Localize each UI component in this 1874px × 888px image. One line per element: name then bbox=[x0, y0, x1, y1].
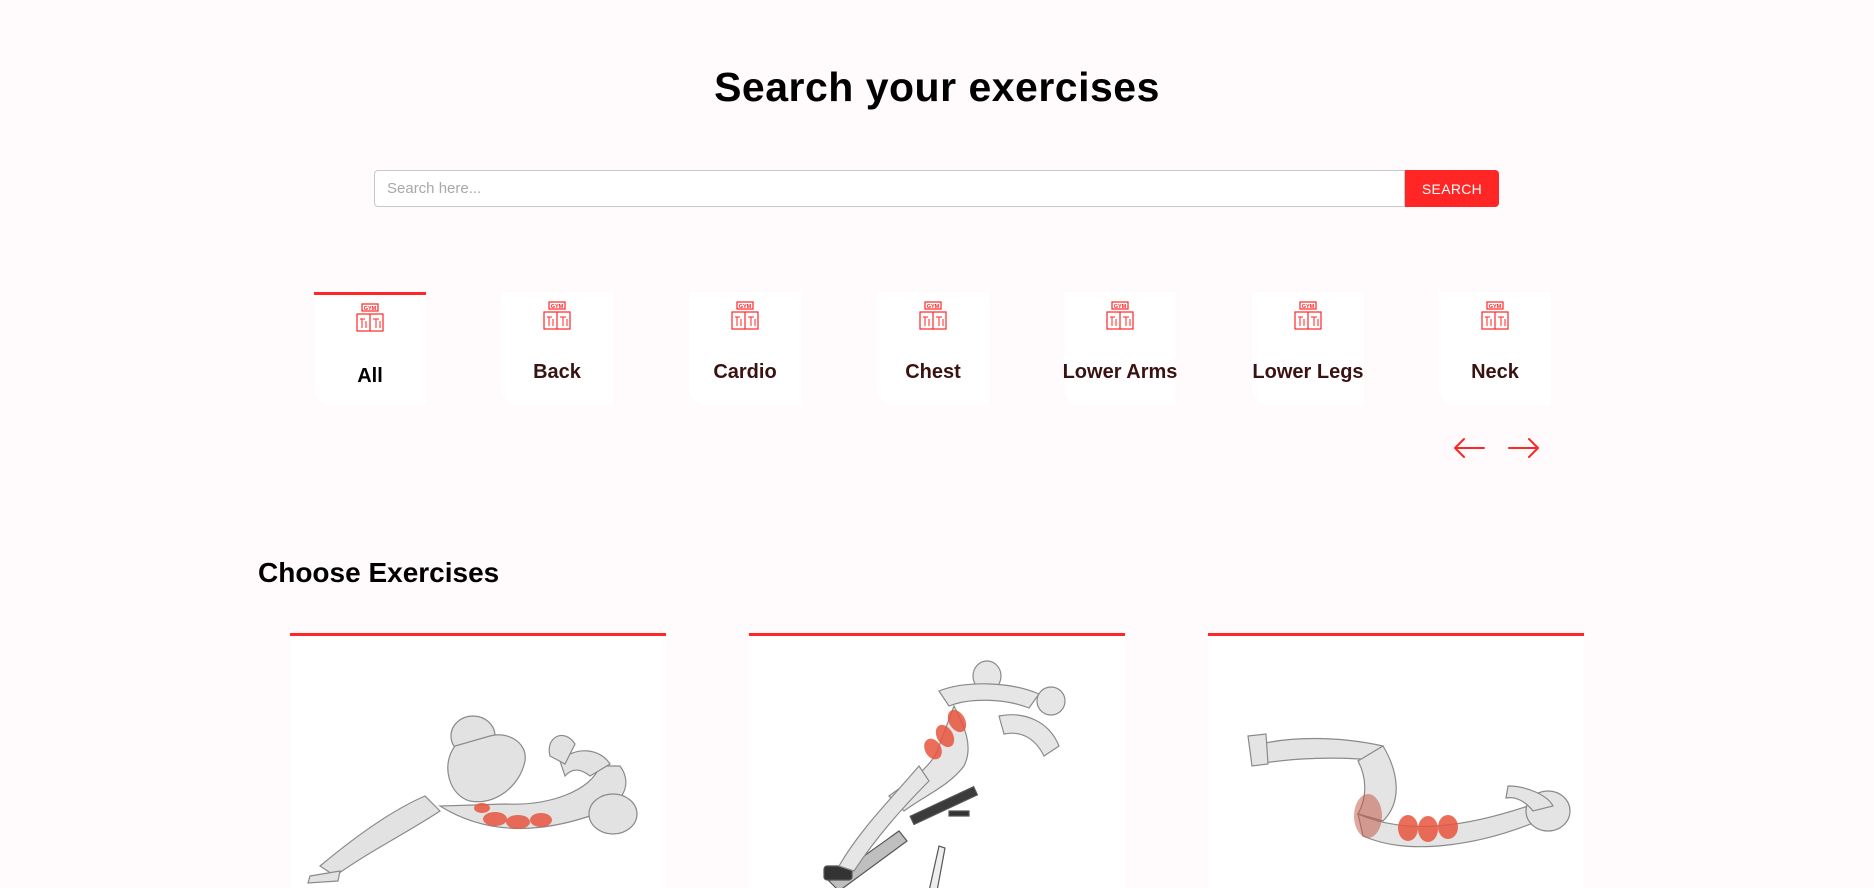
exercise-card[interactable] bbox=[290, 633, 666, 888]
arrow-right-icon[interactable] bbox=[1507, 436, 1541, 460]
search-button[interactable]: SEARCH bbox=[1405, 170, 1499, 207]
category-label: Chest bbox=[905, 361, 961, 383]
svg-text:GYM: GYM bbox=[927, 304, 940, 310]
category-lower-legs[interactable]: GYM Lower Legs bbox=[1252, 292, 1364, 405]
page-title: Search your exercises bbox=[714, 64, 1160, 110]
search-bar: SEARCH bbox=[374, 170, 1499, 207]
gym-icon: GYM bbox=[731, 301, 759, 330]
category-label: All bbox=[357, 365, 383, 387]
gym-icon: GYM bbox=[919, 301, 947, 330]
category-all[interactable]: GYM All bbox=[314, 292, 426, 405]
exercise-search-page: Search your exercises SEARCH GYM All GYM bbox=[0, 0, 1874, 888]
svg-text:GYM: GYM bbox=[1114, 304, 1127, 310]
category-label: Neck bbox=[1471, 361, 1519, 383]
category-cardio[interactable]: GYM Cardio bbox=[689, 292, 801, 405]
svg-text:GYM: GYM bbox=[739, 304, 752, 310]
exercise-card[interactable] bbox=[749, 633, 1125, 888]
category-chest[interactable]: GYM Chest bbox=[877, 292, 989, 405]
svg-text:GYM: GYM bbox=[551, 304, 564, 310]
gym-icon: GYM bbox=[1294, 301, 1322, 330]
body-part-carousel: GYM All GYM Back GYM Cardio GYM Chest GY… bbox=[0, 292, 1874, 407]
category-lower-arms[interactable]: GYM Lower Arms bbox=[1062, 292, 1178, 405]
exercise-card[interactable] bbox=[1208, 633, 1584, 888]
category-neck[interactable]: GYM Neck bbox=[1439, 292, 1551, 405]
svg-text:GYM: GYM bbox=[1489, 304, 1502, 310]
category-label: Back bbox=[533, 361, 581, 383]
category-label: Lower Arms bbox=[1062, 361, 1178, 383]
exercise-illustration bbox=[823, 660, 1066, 888]
gym-icon: GYM bbox=[543, 301, 571, 330]
category-back[interactable]: GYM Back bbox=[501, 292, 613, 405]
section-title: Choose Exercises bbox=[258, 557, 500, 588]
exercise-illustration bbox=[307, 715, 638, 884]
category-label: Lower Legs bbox=[1252, 361, 1364, 383]
search-input[interactable] bbox=[374, 170, 1405, 207]
gym-icon: GYM bbox=[1481, 301, 1509, 330]
category-label: Cardio bbox=[713, 361, 777, 383]
svg-text:GYM: GYM bbox=[364, 306, 377, 312]
exercise-illustration bbox=[1247, 733, 1571, 848]
svg-text:GYM: GYM bbox=[1302, 304, 1315, 310]
gym-icon: GYM bbox=[356, 303, 384, 332]
gym-icon: GYM bbox=[1106, 301, 1134, 330]
arrow-left-icon[interactable] bbox=[1452, 436, 1486, 460]
